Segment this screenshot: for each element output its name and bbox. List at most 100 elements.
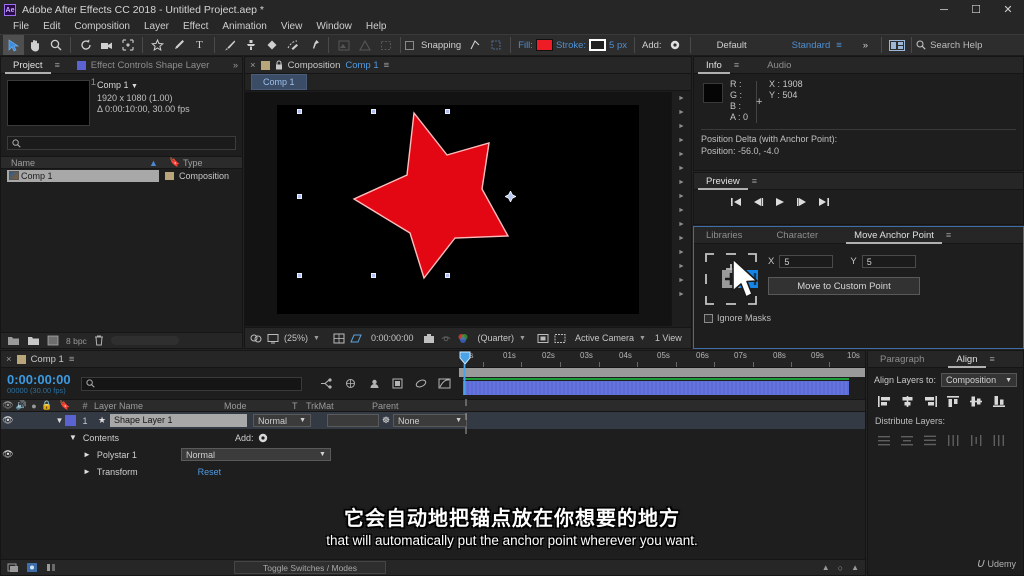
scroll-arrow-icon[interactable]: ► [678,120,685,134]
text-tool-icon[interactable]: T [189,35,210,55]
anchor-x-input[interactable]: 5 [779,255,834,268]
tab-info[interactable]: Info [698,57,730,74]
anchor-point-icon[interactable] [505,190,516,202]
ignore-masks-checkbox-icon[interactable] [704,313,713,323]
distribute-left-button[interactable] [944,433,963,448]
scroll-arrow-icon[interactable]: ► [678,162,685,176]
distribute-vertical-center-button[interactable] [898,433,917,448]
camera-tool-icon[interactable] [96,35,117,55]
puppet-pin-tool-icon[interactable] [303,35,324,55]
keyframe-nav-icon[interactable]: I [465,398,468,409]
maximize-button[interactable]: ☐ [960,0,992,19]
star-shape[interactable] [277,105,639,314]
eraser-tool-icon[interactable] [261,35,282,55]
column-trkmat[interactable]: TrkMat [306,401,372,411]
layer-expand-icon[interactable]: ▼ [54,416,65,425]
project-item-row[interactable]: Comp 1 Composition [1,169,242,183]
search-help-field[interactable]: Search Help [916,40,982,51]
scroll-arrow-icon[interactable]: ► [678,176,685,190]
selection-handle[interactable] [445,272,450,278]
resolution-value[interactable]: (Quarter) [478,333,515,343]
workspace-default-label[interactable]: Default [717,40,747,51]
clone-stamp-tool-icon[interactable] [240,35,261,55]
polystar-mode-dropdown[interactable]: Normal ▼ [180,448,331,461]
tab-paragraph[interactable]: Paragraph [872,351,932,368]
layer-mode-dropdown[interactable]: Normal ▼ [253,414,311,427]
stroke-color-swatch[interactable] [589,39,607,51]
fill-color-swatch[interactable] [535,39,553,51]
current-time-display[interactable]: 0:00:00:00 [371,333,414,343]
toggle-switches-modes-button[interactable]: Toggle Switches / Modes [234,561,386,574]
rotation-tool-icon[interactable] [75,35,96,55]
composition-viewer[interactable] [245,92,671,326]
bit-depth-label[interactable]: 8 bpc [66,336,87,346]
zoom-tool-icon[interactable] [45,35,66,55]
graph-toggle-icon[interactable] [45,562,57,573]
scroll-arrow-icon[interactable]: ► [678,106,685,120]
graph-editor-icon[interactable] [438,378,451,389]
scroll-arrow-icon[interactable]: ► [678,274,685,288]
layer-name-input[interactable]: Shape Layer 1 [110,414,247,427]
selection-handle[interactable] [371,108,376,114]
align-vertical-center-button[interactable] [967,394,986,409]
property-visibility-icon[interactable]: 👁 [1,449,15,460]
align-horizontal-center-button[interactable] [898,394,917,409]
project-panel-overflow-icon[interactable]: » [229,60,242,70]
align-top-button[interactable] [944,394,963,409]
column-t[interactable]: T [292,401,306,411]
layer-trkmat-dropdown[interactable] [327,414,379,427]
composition-scrollbar[interactable]: ► ► ► ► ► ► ► ► ► ► ► ► ► ► ► [671,92,691,326]
menu-layer[interactable]: Layer [137,19,176,34]
timeline-layer-bar[interactable] [463,381,849,395]
minimize-button[interactable]: ─ [928,0,960,19]
contents-expand-icon[interactable]: ▼ [69,433,77,442]
anchor-cell-center[interactable] [722,270,740,288]
motion-blur-icon[interactable] [415,378,427,389]
column-mode[interactable]: Mode [224,401,292,411]
scroll-arrow-icon[interactable]: ► [678,190,685,204]
stroke-width-value[interactable]: 5 px [609,40,627,51]
align-target-dropdown[interactable]: Composition ▼ [941,373,1017,387]
add-shape-icon[interactable] [258,433,268,443]
workspace-preset-icon[interactable] [886,35,907,55]
snap-guides-icon[interactable] [464,35,485,55]
close-button[interactable]: ✕ [992,0,1024,19]
distribute-top-button[interactable] [875,433,894,448]
close-icon[interactable]: × [250,60,256,71]
workspace-menu-icon[interactable]: ≡ [836,40,842,51]
selection-handle[interactable] [371,272,376,278]
camera-view-value[interactable]: Active Camera [575,333,634,343]
timeline-ruler[interactable]: 0s 01s 02s 03s 04s 05s 06s 07s 08s 09s 1… [459,351,865,368]
keyframe-nav-icon[interactable]: I [465,412,468,423]
selection-handle[interactable] [297,272,302,278]
scroll-arrow-icon[interactable]: ► [678,260,685,274]
zoom-dropdown-icon[interactable]: ▼ [313,335,320,342]
scroll-arrow-icon[interactable]: ► [678,246,685,260]
timeline-current-time[interactable]: 0:00:00:00 [1,373,71,386]
tab-move-anchor-point[interactable]: Move Anchor Point [846,227,942,244]
frame-blending-icon[interactable] [392,378,404,389]
comp-flowchart-icon[interactable] [7,562,19,573]
scroll-arrow-icon[interactable]: ► [678,218,685,232]
timeline-search-input[interactable] [80,376,302,391]
distribute-bottom-button[interactable] [921,433,940,448]
next-frame-icon[interactable] [796,197,808,207]
timeline-work-area[interactable] [459,368,865,377]
resolution-dropdown-icon[interactable]: ▼ [519,335,526,342]
brush-tool-icon[interactable] [219,35,240,55]
scroll-arrow-icon[interactable]: ► [678,232,685,246]
distribute-horizontal-center-button[interactable] [967,433,986,448]
play-icon[interactable] [774,197,786,207]
menu-composition[interactable]: Composition [67,19,137,34]
layer-parent-dropdown[interactable]: None ▼ [393,414,467,427]
last-frame-icon[interactable] [818,197,830,207]
tab-audio[interactable]: Audio [759,57,799,74]
ignore-masks-row[interactable]: Ignore Masks [694,306,1023,323]
timeline-panel-menu-icon[interactable]: ≡ [69,354,75,365]
menu-window[interactable]: Window [309,19,359,34]
tab-effect-controls[interactable]: Effect Controls Shape Layer 1 [91,57,223,88]
anchor-position-grid[interactable] [704,252,758,306]
preview-panel-menu-icon[interactable]: ≡ [748,176,761,186]
selection-handle[interactable] [297,108,302,114]
menu-effect[interactable]: Effect [176,19,215,34]
